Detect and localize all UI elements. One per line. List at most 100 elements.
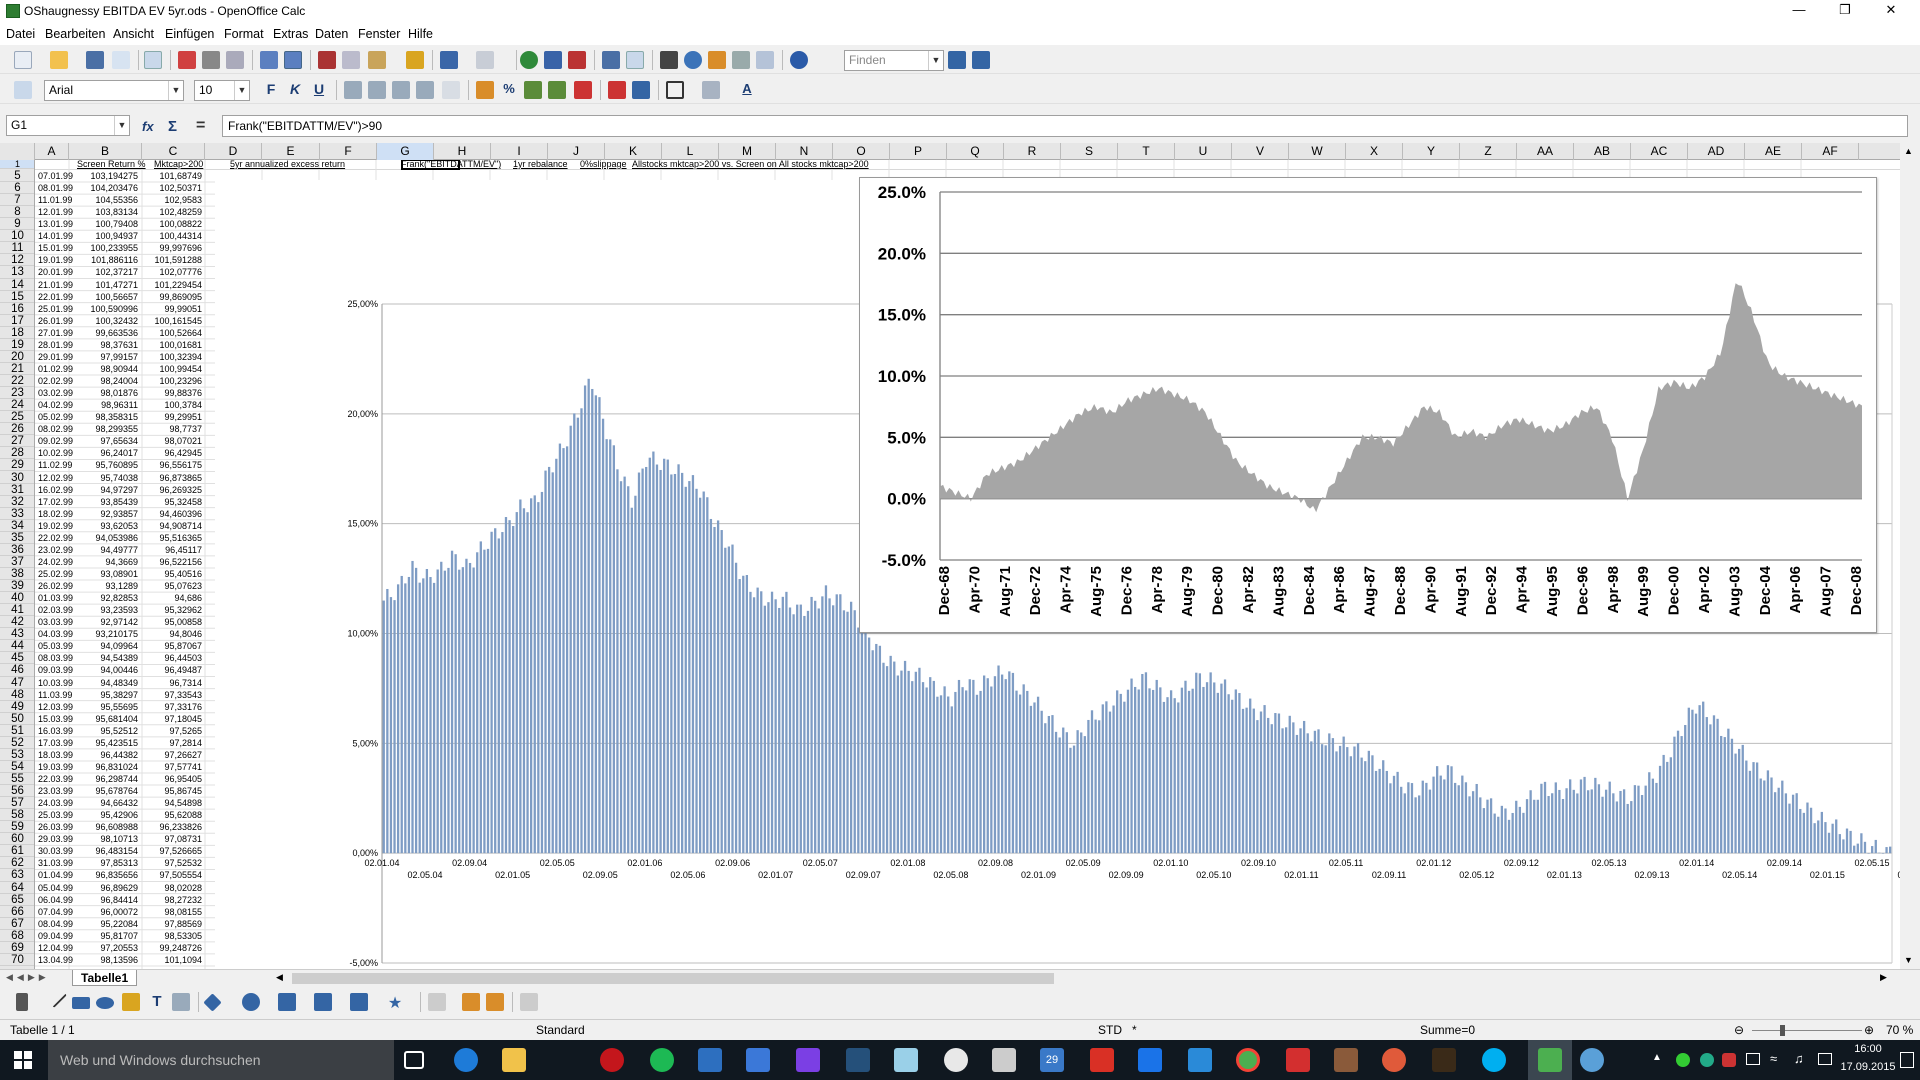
cell-mktcap[interactable]: 98,27232 (143, 894, 202, 906)
task-view-icon[interactable] (404, 1051, 424, 1069)
copy-icon[interactable] (342, 51, 360, 69)
cell-mktcap[interactable]: 94,460396 (143, 508, 202, 520)
store-icon[interactable] (1188, 1048, 1212, 1072)
row-header[interactable]: 23 (0, 387, 34, 400)
cell-mktcap[interactable]: 99,99051 (143, 303, 202, 315)
bold-icon[interactable]: F (262, 81, 280, 99)
background-color-icon[interactable] (702, 81, 720, 99)
photoshop-icon[interactable] (846, 1048, 870, 1072)
freeform-tool-icon[interactable] (122, 993, 140, 1011)
cell-screen-return[interactable]: 96,835656 (70, 869, 138, 881)
column-header-b[interactable]: B (69, 143, 142, 160)
delete-decimal-icon[interactable] (574, 81, 592, 99)
column-header-v[interactable]: V (1232, 143, 1289, 160)
cell-screen-return[interactable]: 100,590996 (70, 303, 138, 315)
zoom-slider-handle[interactable] (1780, 1025, 1785, 1036)
show-draw-functions-icon[interactable] (626, 51, 644, 69)
column-header-o[interactable]: O (833, 143, 890, 160)
books-app-icon[interactable] (1334, 1048, 1358, 1072)
row-header[interactable]: 65 (0, 894, 34, 906)
row-header[interactable]: 5 (0, 170, 34, 183)
cell-mktcap[interactable]: 96,45117 (143, 544, 202, 556)
status-style[interactable]: Standard (536, 1023, 585, 1037)
callout-tool-icon[interactable] (172, 993, 190, 1011)
cell-date[interactable]: 01.03.99 (38, 592, 73, 604)
row-header[interactable]: 52 (0, 737, 34, 749)
volume-icon[interactable]: ♫ (1794, 1051, 1804, 1066)
cell-screen-return[interactable]: 96,483154 (70, 845, 138, 857)
row-header[interactable]: 56 (0, 785, 34, 798)
cell-mktcap[interactable]: 97,505554 (143, 869, 202, 881)
cell-screen-return[interactable]: 98,24004 (70, 375, 138, 387)
cell-mktcap[interactable]: 96,522156 (143, 556, 202, 568)
undo-icon[interactable] (440, 51, 458, 69)
cell-date[interactable]: 19.02.99 (38, 520, 73, 532)
menu-format[interactable]: Format (224, 27, 264, 41)
cell-date[interactable]: 24.02.99 (38, 556, 73, 568)
row-header[interactable]: 8 (0, 206, 34, 219)
row-header[interactable]: 25 (0, 411, 34, 424)
row-header[interactable]: 32 (0, 496, 34, 508)
cell-mktcap[interactable]: 100,01681 (143, 339, 202, 351)
cell-mktcap[interactable]: 98,53305 (143, 930, 202, 942)
cell-date[interactable]: 18.03.99 (38, 749, 73, 761)
cell-date[interactable]: 22.01.99 (38, 291, 73, 303)
cell-date[interactable]: 25.03.99 (38, 809, 73, 821)
cell-mktcap[interactable]: 97,52532 (143, 857, 202, 869)
cell-screen-return[interactable]: 97,65634 (70, 435, 138, 447)
cell-date[interactable]: 03.02.99 (38, 387, 73, 399)
column-header-l[interactable]: L (662, 143, 719, 160)
from-file-icon[interactable] (462, 993, 480, 1011)
column-header-t[interactable]: T (1118, 143, 1175, 160)
menu-fenster[interactable]: Fenster (358, 27, 400, 41)
cell-date[interactable]: 26.01.99 (38, 315, 73, 327)
cell-date[interactable]: 19.03.99 (38, 761, 73, 773)
function-wizard-icon[interactable]: fx (142, 119, 154, 134)
auto-spellcheck-icon[interactable] (284, 51, 302, 69)
cell-date[interactable]: 23.03.99 (38, 785, 73, 797)
app-icon-round[interactable] (1580, 1048, 1604, 1072)
italic-icon[interactable]: K (286, 81, 304, 99)
cell-screen-return[interactable]: 93,23593 (70, 604, 138, 616)
row-header[interactable]: 40 (0, 592, 34, 605)
thunderbird-icon[interactable] (698, 1048, 722, 1072)
edit-mode-icon[interactable] (144, 51, 162, 69)
column-header-r[interactable]: R (1004, 143, 1061, 160)
cell-date[interactable]: 29.03.99 (38, 833, 73, 845)
cell-date[interactable]: 17.03.99 (38, 737, 73, 749)
cell-mktcap[interactable]: 97,2814 (143, 737, 202, 749)
row-header[interactable]: 10 (0, 230, 34, 243)
cell-screen-return[interactable]: 98,299355 (70, 423, 138, 435)
zoom-out-icon[interactable]: ⊖ (1734, 1023, 1744, 1037)
menu-datei[interactable]: Datei (6, 27, 35, 41)
cell-screen-return[interactable]: 97,85313 (70, 857, 138, 869)
cell-mktcap[interactable]: 94,908714 (143, 520, 202, 532)
cell-mktcap[interactable]: 102,50371 (143, 182, 202, 194)
page-preview-icon[interactable] (226, 51, 244, 69)
pdf-app-icon[interactable] (1286, 1048, 1310, 1072)
row-header[interactable]: 27 (0, 435, 34, 448)
column-header-i[interactable]: I (491, 143, 548, 160)
cell-screen-return[interactable]: 94,48349 (70, 677, 138, 689)
row-header[interactable]: 9 (0, 218, 34, 231)
cell-screen-return[interactable]: 104,203476 (70, 182, 138, 194)
scroll-left-icon[interactable]: ◀ (276, 972, 283, 983)
tray-mail-icon[interactable] (1722, 1053, 1736, 1067)
cell-screen-return[interactable]: 104,55356 (70, 194, 138, 206)
cell-date[interactable]: 25.02.99 (38, 568, 73, 580)
column-header-a[interactable]: A (35, 143, 69, 160)
cell-mktcap[interactable]: 99,869095 (143, 291, 202, 303)
taskbar-search-box[interactable]: Web und Windows durchsuchen (48, 1040, 394, 1080)
media-app-icon[interactable] (600, 1048, 624, 1072)
row-header[interactable]: 62 (0, 857, 34, 870)
cell-b1[interactable]: Screen Return % (77, 160, 146, 169)
battery-icon[interactable] (1746, 1053, 1760, 1065)
cell-screen-return[interactable]: 100,233955 (70, 242, 138, 254)
close-button[interactable]: ✕ (1868, 0, 1914, 22)
flowchart-icon[interactable] (314, 993, 332, 1011)
redo-icon[interactable] (476, 51, 494, 69)
row-header[interactable]: 35 (0, 532, 34, 544)
cell-mktcap[interactable]: 97,57741 (143, 761, 202, 773)
row-header[interactable]: 22 (0, 375, 34, 388)
row-header[interactable]: 69 (0, 942, 34, 954)
